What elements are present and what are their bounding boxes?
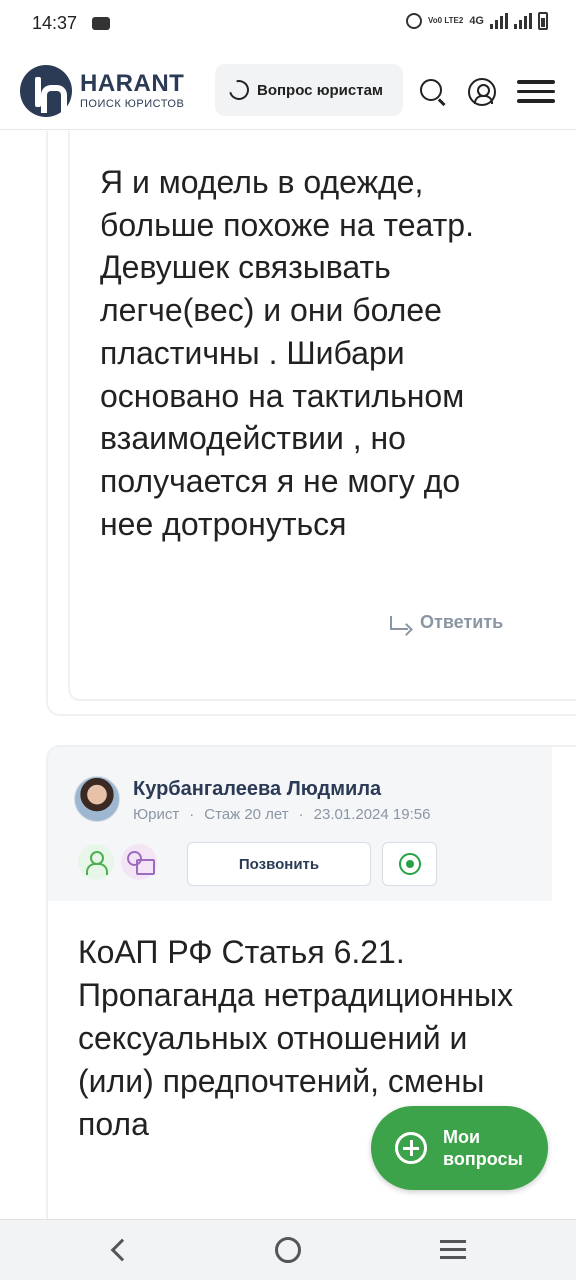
signal-icon	[490, 13, 508, 29]
reply-label: Ответить	[420, 612, 504, 632]
status-time: 14:37	[32, 13, 78, 33]
recent-apps-icon[interactable]	[440, 1240, 466, 1264]
my-questions-button[interactable]: Мои вопросы	[371, 1106, 548, 1190]
app-header: HARANT ПОИСК ЮРИСТОВ Вопрос юристам	[0, 48, 576, 130]
add-chat-icon	[395, 1132, 427, 1164]
whatsapp-icon	[399, 853, 421, 875]
volte-indicator: Vo0 LTE2	[428, 16, 464, 25]
avatar[interactable]	[74, 776, 120, 822]
team-badge-icon[interactable]	[78, 844, 114, 880]
reply-button[interactable]: Ответить	[390, 612, 503, 633]
comment-text: Я и модель в одежде, больше похоже на те…	[100, 164, 474, 542]
reply-arrow-icon	[390, 615, 408, 630]
harant-logo-icon[interactable]	[20, 65, 72, 117]
lawyer-name[interactable]: Курбангалеева Людмила	[133, 778, 381, 801]
battery-icon	[538, 12, 548, 30]
search-icon[interactable]	[420, 79, 442, 101]
logo-subtitle: ПОИСК ЮРИСТОВ	[80, 98, 185, 110]
chat-icon	[225, 76, 253, 104]
home-icon[interactable]	[275, 1237, 301, 1263]
message-notification-icon	[92, 17, 110, 30]
lawyer-role: Юрист	[133, 806, 180, 823]
alarm-icon	[406, 13, 423, 29]
status-indicators: Vo0 LTE2 4G	[406, 12, 548, 30]
whatsapp-button[interactable]	[382, 842, 437, 886]
answer-datetime: 23.01.2024 19:56	[313, 806, 431, 823]
ask-lawyers-label: Вопрос юристам	[257, 81, 384, 99]
separator-dot: ·	[189, 806, 195, 823]
separator-dot: ·	[298, 806, 304, 823]
signal-icon-2	[514, 13, 532, 29]
status-bar: 14:37 Vo0 LTE2 4G	[0, 0, 576, 48]
menu-icon[interactable]	[517, 80, 555, 103]
lawyer-experience: Стаж 20 лет	[204, 806, 289, 823]
call-button[interactable]: Позвонить	[187, 842, 371, 886]
back-icon[interactable]	[110, 1238, 134, 1262]
logo-name[interactable]: HARANT	[80, 70, 184, 98]
ask-lawyers-button[interactable]: Вопрос юристам	[215, 64, 403, 116]
lawyer-meta: Юрист · Стаж 20 лет · 23.01.2024 19:56	[133, 806, 430, 823]
system-nav-bar	[0, 1219, 576, 1280]
consultation-badge-icon[interactable]	[121, 844, 157, 880]
network-type: 4G	[469, 15, 484, 27]
my-questions-label: Мои вопросы	[443, 1127, 523, 1169]
profile-icon[interactable]	[468, 78, 496, 106]
